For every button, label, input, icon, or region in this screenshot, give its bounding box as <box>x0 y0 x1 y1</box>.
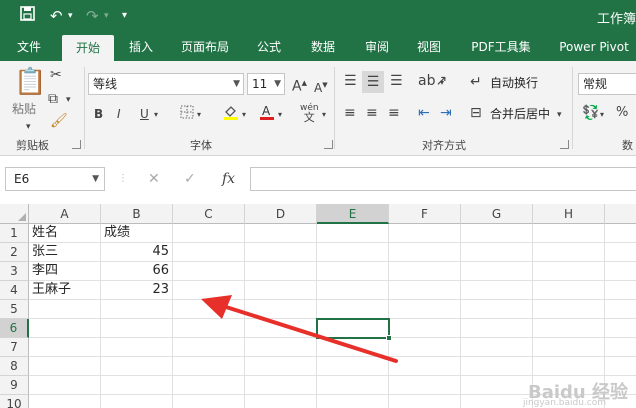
cut-icon[interactable]: ✂ <box>50 67 62 83</box>
increase-font-size-icon[interactable]: A▲ <box>292 75 307 95</box>
copy-icon[interactable]: ⧉ <box>48 91 58 107</box>
enter-icon[interactable]: ✓ <box>184 170 196 188</box>
chevron-down-icon: ▼ <box>233 79 240 89</box>
name-box[interactable]: E6 ▼ <box>5 167 105 191</box>
wrap-text-button[interactable]: 自动换行 <box>490 75 538 91</box>
increase-indent-icon[interactable]: ⇥ <box>440 105 452 121</box>
align-middle-icon[interactable]: ☰ <box>362 71 384 93</box>
merge-dropdown-icon[interactable]: ▾ <box>557 107 562 123</box>
bold-button[interactable]: B <box>94 106 103 122</box>
fill-color-dropdown-icon[interactable]: ▾ <box>242 107 246 123</box>
borders-icon[interactable] <box>180 105 194 123</box>
decrease-font-size-icon[interactable]: A▼ <box>314 77 328 96</box>
tab-power-pivot[interactable]: Power Pivot <box>552 33 636 61</box>
align-bottom-icon[interactable]: ☰ <box>390 73 403 89</box>
number-group-label: 数 <box>622 139 633 152</box>
ribbon: 📋 粘贴 ▾ ✂ ⧉ ▾ 🖌 剪贴板 等线 ▼ 11 ▼ A▲ A▼ B I U… <box>0 61 636 156</box>
alignment-group-label: 对齐方式 <box>422 139 466 152</box>
watermark-url: jingyan.baidu.com <box>522 398 606 408</box>
align-right-icon[interactable]: ≡ <box>388 105 400 121</box>
align-center-icon[interactable]: ≡ <box>366 105 378 121</box>
font-size-value: 11 <box>252 77 268 91</box>
tab-formulas[interactable]: 公式 <box>246 33 292 61</box>
formula-bar: E6 ▼ ⋮ ✕ ✓ fx <box>0 156 636 204</box>
tab-home[interactable]: 开始 <box>62 35 114 61</box>
paste-label[interactable]: 粘贴 <box>12 101 36 117</box>
merge-center-icon[interactable]: ⊟ <box>470 105 482 121</box>
undo-icon[interactable]: ↶ <box>50 6 63 26</box>
tab-file[interactable]: 文件 <box>4 33 54 61</box>
tab-pdf-tools[interactable]: PDF工具集 <box>462 33 540 61</box>
undo-dropdown-icon[interactable]: ▾ <box>68 6 73 26</box>
wrap-text-icon[interactable]: ↵ <box>470 74 482 90</box>
cancel-icon[interactable]: ✕ <box>148 170 160 188</box>
font-color-icon[interactable]: A <box>258 103 276 125</box>
font-group-label: 字体 <box>190 139 212 152</box>
font-size-select[interactable]: 11 ▼ <box>247 73 285 95</box>
paste-dropdown-icon[interactable]: ▾ <box>26 119 31 135</box>
accounting-dropdown-icon[interactable]: ▾ <box>600 107 604 123</box>
number-format-value: 常规 <box>583 77 608 91</box>
formula-input[interactable] <box>250 167 636 191</box>
chevron-down-icon: ▼ <box>274 79 281 89</box>
tab-insert[interactable]: 插入 <box>118 33 164 61</box>
ribbon-tabs: 文件 开始 插入 页面布局 公式 数据 审阅 视图 PDF工具集 Power P… <box>0 33 636 61</box>
clipboard-group-label: 剪贴板 <box>16 139 49 152</box>
redo-dropdown-icon[interactable]: ▾ <box>104 6 109 26</box>
group-separator <box>334 67 335 149</box>
fill-color-icon[interactable] <box>222 103 240 125</box>
align-top-icon[interactable]: ☰ <box>344 73 357 89</box>
percent-style-button[interactable]: % <box>616 105 628 121</box>
copy-dropdown-icon[interactable]: ▾ <box>66 92 71 108</box>
tab-data[interactable]: 数据 <box>300 33 346 61</box>
save-icon[interactable] <box>20 6 35 26</box>
worksheet-grid: A B C D E F G H 1 2 3 4 5 6 7 8 9 10 姓名 … <box>0 204 636 408</box>
clipboard-launcher-icon[interactable] <box>72 140 81 149</box>
format-painter-icon[interactable]: 🖌 <box>50 113 68 129</box>
svg-text:A: A <box>262 104 271 118</box>
font-color-dropdown-icon[interactable]: ▾ <box>278 107 282 123</box>
customize-qat-icon[interactable]: ▾ <box>122 6 127 26</box>
tab-view[interactable]: 视图 <box>406 33 452 61</box>
alignment-launcher-icon[interactable] <box>560 140 569 149</box>
tab-review[interactable]: 审阅 <box>354 33 400 61</box>
decrease-indent-icon[interactable]: ⇤ <box>418 105 430 121</box>
number-format-select[interactable]: 常规 <box>578 73 636 95</box>
underline-button[interactable]: U <box>140 106 149 122</box>
paste-icon[interactable]: 📋 <box>14 67 46 97</box>
chevron-down-icon: ▼ <box>92 174 99 184</box>
redo-icon[interactable]: ↷ <box>86 6 99 26</box>
font-launcher-icon[interactable] <box>324 140 333 149</box>
underline-dropdown-icon[interactable]: ▾ <box>154 107 158 123</box>
font-name-select[interactable]: 等线 ▼ <box>88 73 244 95</box>
group-separator <box>572 67 573 149</box>
tab-page-layout[interactable]: 页面布局 <box>170 33 240 61</box>
phonetic-guide-icon[interactable]: wén 文 <box>300 103 319 124</box>
formula-bar-grip-icon: ⋮ <box>118 173 128 184</box>
font-name-value: 等线 <box>93 77 118 91</box>
phonetic-dropdown-icon[interactable]: ▾ <box>322 107 326 123</box>
borders-dropdown-icon[interactable]: ▾ <box>197 107 201 123</box>
insert-function-icon[interactable]: fx <box>222 170 235 188</box>
italic-button[interactable]: I <box>117 106 121 122</box>
group-separator <box>84 67 85 149</box>
align-left-icon[interactable]: ≡ <box>344 105 356 121</box>
orientation-dropdown-icon[interactable]: ▾ <box>440 75 444 91</box>
accounting-format-icon[interactable]: 💱 <box>582 105 599 121</box>
title-bar: ↶ ▾ ↷ ▾ ▾ 工作簿 <box>0 0 636 33</box>
name-box-value: E6 <box>14 172 30 186</box>
merge-center-button[interactable]: 合并后居中 <box>490 106 550 122</box>
window-title: 工作簿 <box>596 12 636 27</box>
